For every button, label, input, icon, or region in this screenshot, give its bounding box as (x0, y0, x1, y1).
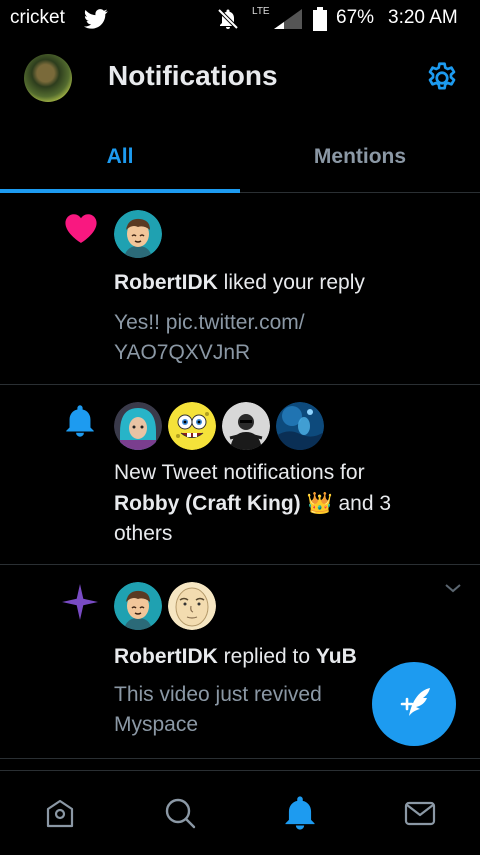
heart-icon (65, 214, 97, 244)
signal-icon (274, 9, 302, 29)
user-name[interactable]: RobertIDK (114, 645, 218, 668)
compose-tweet-button[interactable] (372, 662, 456, 746)
tweet-preview: Yes!! pic.twitter.com/ YAO7QXVJnR (114, 311, 305, 364)
crown-emoji: 👑 (306, 491, 333, 515)
gear-icon[interactable] (424, 60, 460, 96)
carrier-label: cricket (10, 7, 65, 28)
home-icon[interactable] (42, 795, 78, 831)
notification-tabs: All Mentions (0, 118, 480, 193)
page-title: Notifications (108, 60, 278, 91)
user-avatar[interactable] (114, 402, 162, 450)
twitter-bird-icon (84, 9, 108, 29)
search-icon[interactable] (162, 795, 198, 831)
chevron-down-icon[interactable] (444, 582, 462, 594)
user-avatar[interactable] (114, 210, 162, 258)
status-bar: cricket LTE 67% 3:20 AM (0, 0, 480, 38)
tweet-preview: This video just revived Myspace (114, 683, 322, 736)
compose-tweet-icon (400, 688, 430, 716)
user-avatar[interactable] (168, 402, 216, 450)
network-type-label: LTE (252, 6, 270, 17)
app-header: Notifications (0, 38, 480, 118)
user-avatar[interactable] (168, 582, 216, 630)
mute-notifications-icon (217, 8, 239, 30)
notifications-bell-icon[interactable] (282, 795, 318, 831)
bottom-navigation (0, 770, 480, 855)
user-avatar[interactable] (222, 402, 270, 450)
battery-icon (313, 7, 327, 31)
user-avatar[interactable] (276, 402, 324, 450)
user-avatar[interactable] (114, 582, 162, 630)
tab-mentions[interactable]: Mentions (240, 118, 480, 192)
notification-text: New Tweet notifications for Robby (Craft… (114, 461, 392, 545)
messages-icon[interactable] (402, 795, 438, 831)
sparkle-icon (62, 584, 98, 620)
notification-text: RobertIDK liked your reply (114, 271, 365, 294)
user-name[interactable]: RobertIDK (114, 271, 218, 294)
user-name[interactable]: Robby (Craft King) (114, 492, 301, 515)
bell-icon (66, 405, 94, 437)
notification-item[interactable]: RobertIDK liked your reply Yes!! pic.twi… (0, 192, 480, 385)
reply-target-name[interactable]: YuB (316, 645, 357, 668)
clock-label: 3:20 AM (388, 7, 458, 28)
notification-item[interactable]: New Tweet notifications for Robby (Craft… (0, 384, 480, 565)
tab-all[interactable]: All (0, 118, 240, 192)
profile-avatar[interactable] (24, 54, 72, 102)
battery-percent-label: 67% (336, 7, 375, 28)
